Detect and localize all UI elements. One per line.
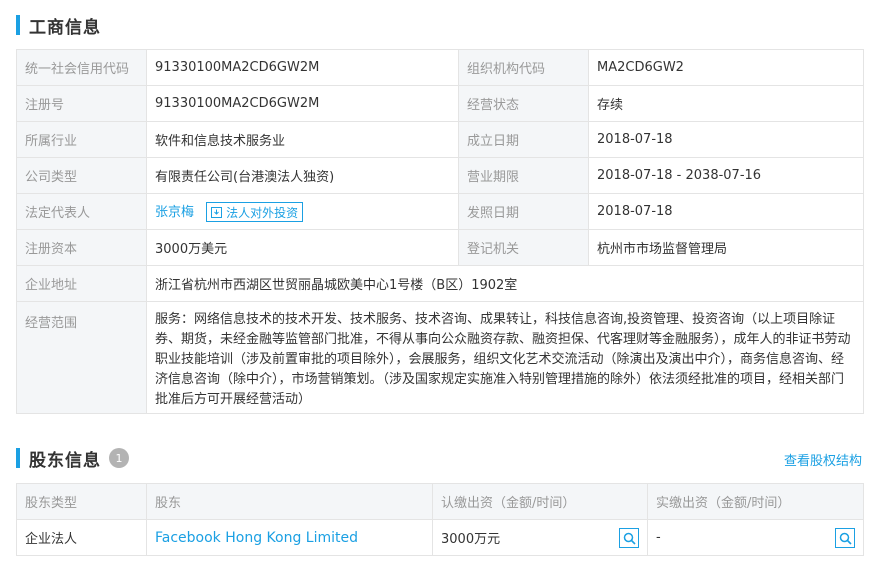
- founded-label: 成立日期: [458, 121, 589, 158]
- legal-rep-link[interactable]: 张京梅: [155, 205, 194, 220]
- search-icon: [839, 532, 852, 545]
- equity-structure-link[interactable]: 查看股权结构: [784, 450, 862, 469]
- issue-date-value: 2018-07-18: [588, 193, 864, 230]
- col-header-holder: 股东: [146, 483, 433, 520]
- authority-label: 登记机关: [458, 229, 589, 266]
- table-row: 企业地址 浙江省杭州市西湖区世贸丽晶城欧美中心1号楼（B区）1902室: [16, 265, 864, 302]
- paid-detail-button[interactable]: [835, 528, 855, 548]
- shareholder-table: 股东类型 股东 认缴出资（金额/时间） 实缴出资（金额/时间） 企业法人 Fac…: [16, 483, 864, 556]
- shareholder-title: 股东信息: [29, 450, 101, 471]
- company-type-label: 公司类型: [16, 157, 147, 194]
- shareholder-count-badge: 1: [109, 448, 129, 468]
- shareholder-heading: 股东信息 1: [16, 447, 129, 471]
- business-info-heading: 工商信息: [16, 14, 101, 38]
- holder-name-link[interactable]: Facebook Hong Kong Limited: [155, 530, 358, 546]
- business-info-title: 工商信息: [29, 17, 101, 38]
- col-header-subscribed: 认缴出资（金额/时间）: [432, 483, 648, 520]
- org-code-value: MA2CD6GW2: [588, 49, 864, 86]
- term-value: 2018-07-18 - 2038-07-16: [588, 157, 864, 194]
- table-row: 法定代表人 张京梅 法人对外投资 发照日期 2018-07-18: [16, 193, 864, 230]
- industry-label: 所属行业: [16, 121, 147, 158]
- paid-amount: -: [656, 530, 661, 545]
- subscribed-detail-button[interactable]: [619, 528, 639, 548]
- legal-rep-label: 法定代表人: [16, 193, 147, 230]
- table-row: 注册资本 3000万美元 登记机关 杭州市市场监督管理局: [16, 229, 864, 266]
- search-icon: [623, 532, 636, 545]
- business-info-table: 统一社会信用代码 91330100MA2CD6GW2M 组织机构代码 MA2CD…: [16, 49, 864, 414]
- address-label: 企业地址: [16, 265, 147, 302]
- table-header-row: 股东类型 股东 认缴出资（金额/时间） 实缴出资（金额/时间）: [16, 483, 864, 520]
- legal-rep-invest-button[interactable]: 法人对外投资: [206, 202, 304, 223]
- company-type-value: 有限责任公司(台港澳法人独资): [146, 157, 459, 194]
- authority-value: 杭州市市场监督管理局: [588, 229, 864, 266]
- status-label: 经营状态: [458, 85, 589, 122]
- founded-value: 2018-07-18: [588, 121, 864, 158]
- legal-rep-cell: 张京梅 法人对外投资: [146, 193, 459, 230]
- table-row: 所属行业 软件和信息技术服务业 成立日期 2018-07-18: [16, 121, 864, 158]
- table-row: 公司类型 有限责任公司(台港澳法人独资) 营业期限 2018-07-18 - 2…: [16, 157, 864, 194]
- paid-cell: -: [647, 519, 864, 556]
- credit-code-value: 91330100MA2CD6GW2M: [146, 49, 459, 86]
- table-row: 经营范围 服务：网络信息技术的技术开发、技术服务、技术咨询、成果转让，科技信息咨…: [16, 301, 864, 414]
- heading-accent-bar: [16, 448, 20, 468]
- issue-date-label: 发照日期: [458, 193, 589, 230]
- org-code-label: 组织机构代码: [458, 49, 589, 86]
- col-header-type: 股东类型: [16, 483, 147, 520]
- subscribed-amount: 3000万元: [441, 532, 501, 547]
- term-label: 营业期限: [458, 157, 589, 194]
- scope-value: 服务：网络信息技术的技术开发、技术服务、技术咨询、成果转让，科技信息咨询,投资管…: [146, 301, 864, 414]
- table-row: 企业法人 Facebook Hong Kong Limited 3000万元 -: [16, 519, 864, 556]
- scope-label: 经营范围: [16, 301, 147, 414]
- status-value: 存续: [588, 85, 864, 122]
- subscribed-cell: 3000万元: [432, 519, 648, 556]
- table-row: 注册号 91330100MA2CD6GW2M 经营状态 存续: [16, 85, 864, 122]
- download-icon: [211, 206, 223, 218]
- heading-accent-bar: [16, 15, 20, 35]
- credit-code-label: 统一社会信用代码: [16, 49, 147, 86]
- capital-label: 注册资本: [16, 229, 147, 266]
- col-header-paid: 实缴出资（金额/时间）: [647, 483, 864, 520]
- holder-cell: Facebook Hong Kong Limited: [146, 519, 433, 556]
- table-row: 统一社会信用代码 91330100MA2CD6GW2M 组织机构代码 MA2CD…: [16, 49, 864, 86]
- holder-type: 企业法人: [16, 519, 147, 556]
- invest-button-label: 法人对外投资: [226, 205, 299, 220]
- address-value: 浙江省杭州市西湖区世贸丽晶城欧美中心1号楼（B区）1902室: [146, 265, 864, 302]
- capital-value: 3000万美元: [146, 229, 459, 266]
- reg-no-value: 91330100MA2CD6GW2M: [146, 85, 459, 122]
- industry-value: 软件和信息技术服务业: [146, 121, 459, 158]
- reg-no-label: 注册号: [16, 85, 147, 122]
